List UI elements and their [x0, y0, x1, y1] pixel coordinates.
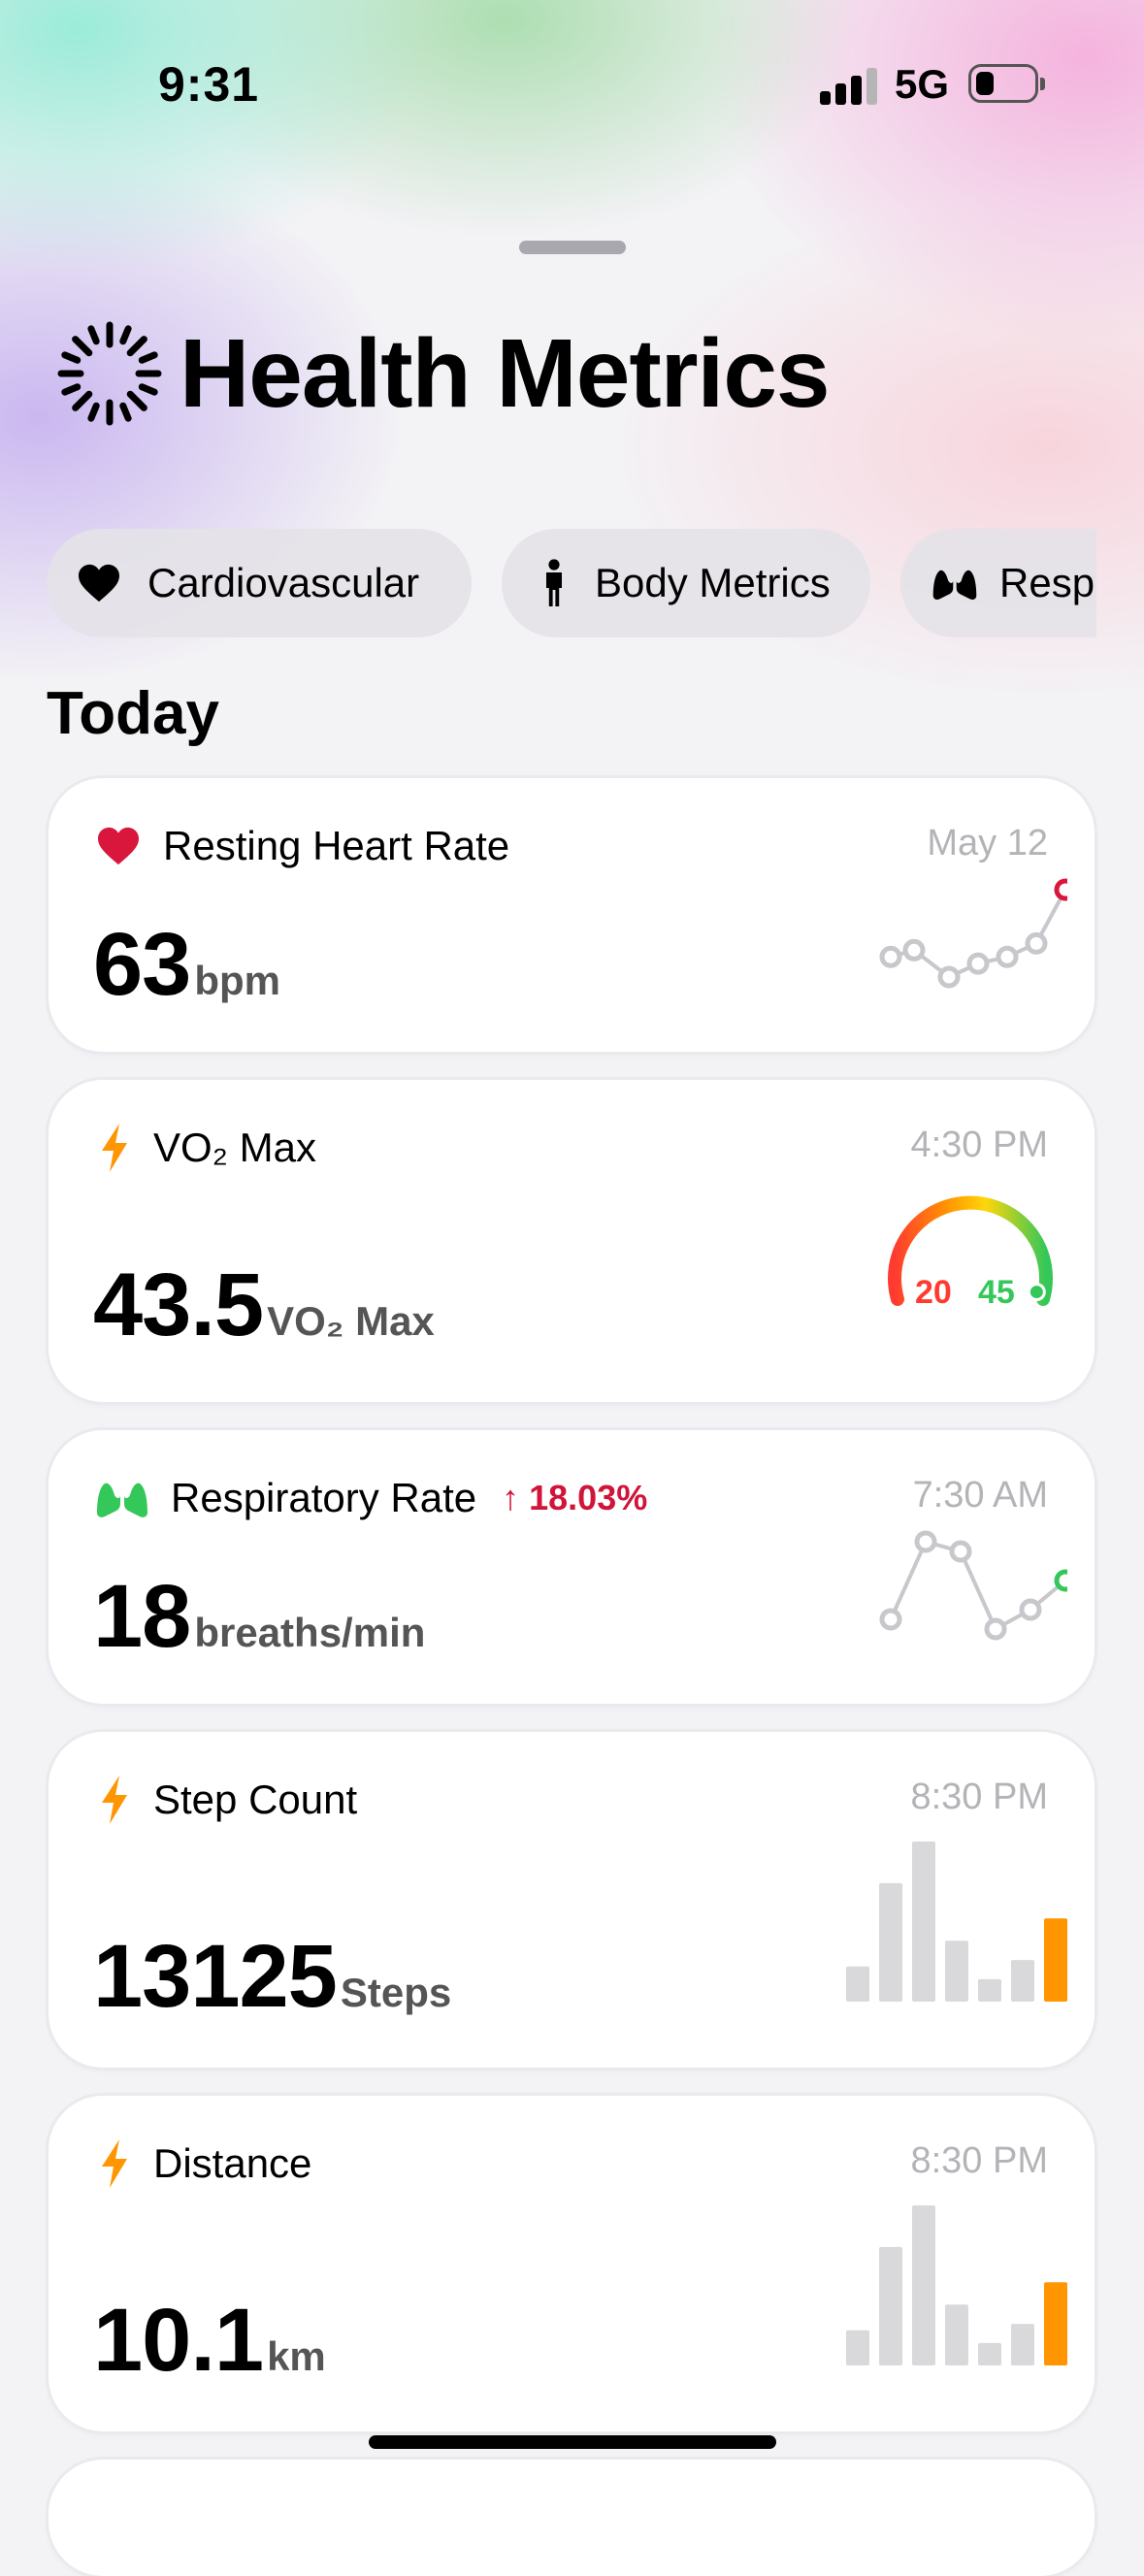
card-unit: VO₂ Max [267, 1298, 435, 1344]
sparkline-point [902, 938, 926, 962]
lungs-icon [95, 1475, 149, 1521]
activity-ring-logo-icon [57, 321, 162, 426]
network-type: 5G [895, 61, 950, 107]
sparkline-point [879, 1608, 902, 1631]
card-title: Step Count [153, 1777, 358, 1822]
vo2-gauge [888, 1195, 1053, 1306]
sparkline-point [1054, 1569, 1067, 1592]
status-bar: 9:31 5G [0, 0, 1144, 165]
card-vo2-max[interactable]: VO₂ Max 4:30 PM 43.5 VO₂ Max 20 45 [49, 1080, 1095, 1402]
card-title: Distance [153, 2140, 312, 2186]
card-date: May 12 [927, 823, 1048, 864]
card-unit: bpm [194, 958, 280, 1003]
bolt-icon [95, 1124, 134, 1172]
sparkline-point [1054, 878, 1067, 901]
bar [846, 2330, 869, 2365]
sheet-grabber[interactable] [519, 241, 626, 254]
card-date: 4:30 PM [910, 1125, 1048, 1165]
bar [1011, 1960, 1034, 2002]
page-title: Health Metrics [180, 318, 831, 428]
heart-icon [95, 823, 142, 869]
sparkline-point [1019, 1598, 1042, 1621]
lungs-icon [932, 560, 978, 606]
page-header: Health Metrics [53, 310, 831, 437]
sparkline-point [949, 1540, 972, 1563]
card-title: Respiratory Rate [171, 1475, 477, 1520]
sparkline-point [996, 945, 1019, 968]
card-title: VO₂ Max [153, 1125, 316, 1170]
chip-label: Cardiovascular [147, 560, 420, 605]
card-unit: Steps [340, 1970, 452, 2015]
card-resting-heart-rate[interactable]: Resting Heart Rate May 12 63 bpm [49, 778, 1095, 1052]
card-value: 18 [93, 1567, 191, 1666]
bar [945, 2304, 968, 2365]
sparkline-point [914, 1530, 937, 1553]
chip-cardiovascular[interactable]: Cardiovascular [47, 529, 472, 637]
person-icon [531, 559, 577, 606]
bar [978, 2342, 1001, 2365]
bolt-icon [95, 2139, 134, 2188]
card-value: 10.1 [93, 2291, 264, 2390]
section-title-today: Today [47, 680, 219, 747]
gauge-max-label: 45 [978, 1274, 1015, 1311]
gauge-indicator [1027, 1283, 1046, 1302]
sparkline-point [966, 952, 990, 975]
respiratory-rate-sparkline [879, 1530, 1067, 1641]
card-date: 8:30 PM [910, 2140, 1048, 2181]
bar [879, 2246, 902, 2365]
card-respiratory-rate[interactable]: Respiratory Rate ↑ 18.03% 7:30 AM 18 bre… [49, 1430, 1095, 1704]
category-chips: Cardiovascular Body Metrics Resp [47, 529, 1096, 640]
bar [1011, 2324, 1034, 2365]
bar [945, 1940, 968, 2002]
resting-heart-rate-sparkline [879, 878, 1067, 989]
gauge-min-label: 20 [915, 1274, 952, 1311]
bar [978, 1978, 1001, 2002]
chip-label: Resp [999, 560, 1095, 605]
sparkline-point [879, 945, 902, 968]
sparkline-point [937, 965, 961, 989]
home-indicator[interactable] [369, 2435, 776, 2449]
heart-icon [76, 560, 122, 606]
distance-bar-chart [846, 2205, 1067, 2365]
battery-icon [968, 64, 1045, 103]
step-count-bar-chart [846, 1842, 1067, 2002]
card-date: 8:30 PM [910, 1777, 1048, 1817]
bar [1044, 1918, 1067, 2002]
card-date: 7:30 AM [912, 1475, 1048, 1516]
sparkline-point [1025, 931, 1048, 955]
bar [879, 1882, 902, 2002]
bar [1044, 2282, 1067, 2365]
bolt-icon [95, 1776, 134, 1824]
sparkline-point [984, 1617, 1007, 1641]
cellular-signal-icon [820, 66, 878, 105]
card-unit: km [267, 2333, 326, 2379]
chip-body-metrics[interactable]: Body Metrics [502, 529, 870, 637]
bar [846, 1966, 869, 2002]
bar [912, 1842, 935, 2002]
chip-label: Body Metrics [595, 560, 831, 605]
card-distance[interactable]: Distance 8:30 PM 10.1 km [49, 2096, 1095, 2431]
card-next-partial[interactable] [49, 2460, 1095, 2576]
trend-badge: ↑ 18.03% [502, 1478, 648, 1517]
chip-respiratory[interactable]: Resp [900, 529, 1096, 637]
card-title: Resting Heart Rate [163, 823, 510, 868]
card-step-count[interactable]: Step Count 8:30 PM 13125 Steps [49, 1732, 1095, 2068]
card-value: 13125 [93, 1927, 338, 2026]
status-time: 9:31 [158, 57, 260, 112]
card-value: 43.5 [93, 1255, 264, 1354]
bar [912, 2205, 935, 2365]
card-unit: breaths/min [194, 1610, 426, 1655]
card-value: 63 [93, 915, 191, 1014]
